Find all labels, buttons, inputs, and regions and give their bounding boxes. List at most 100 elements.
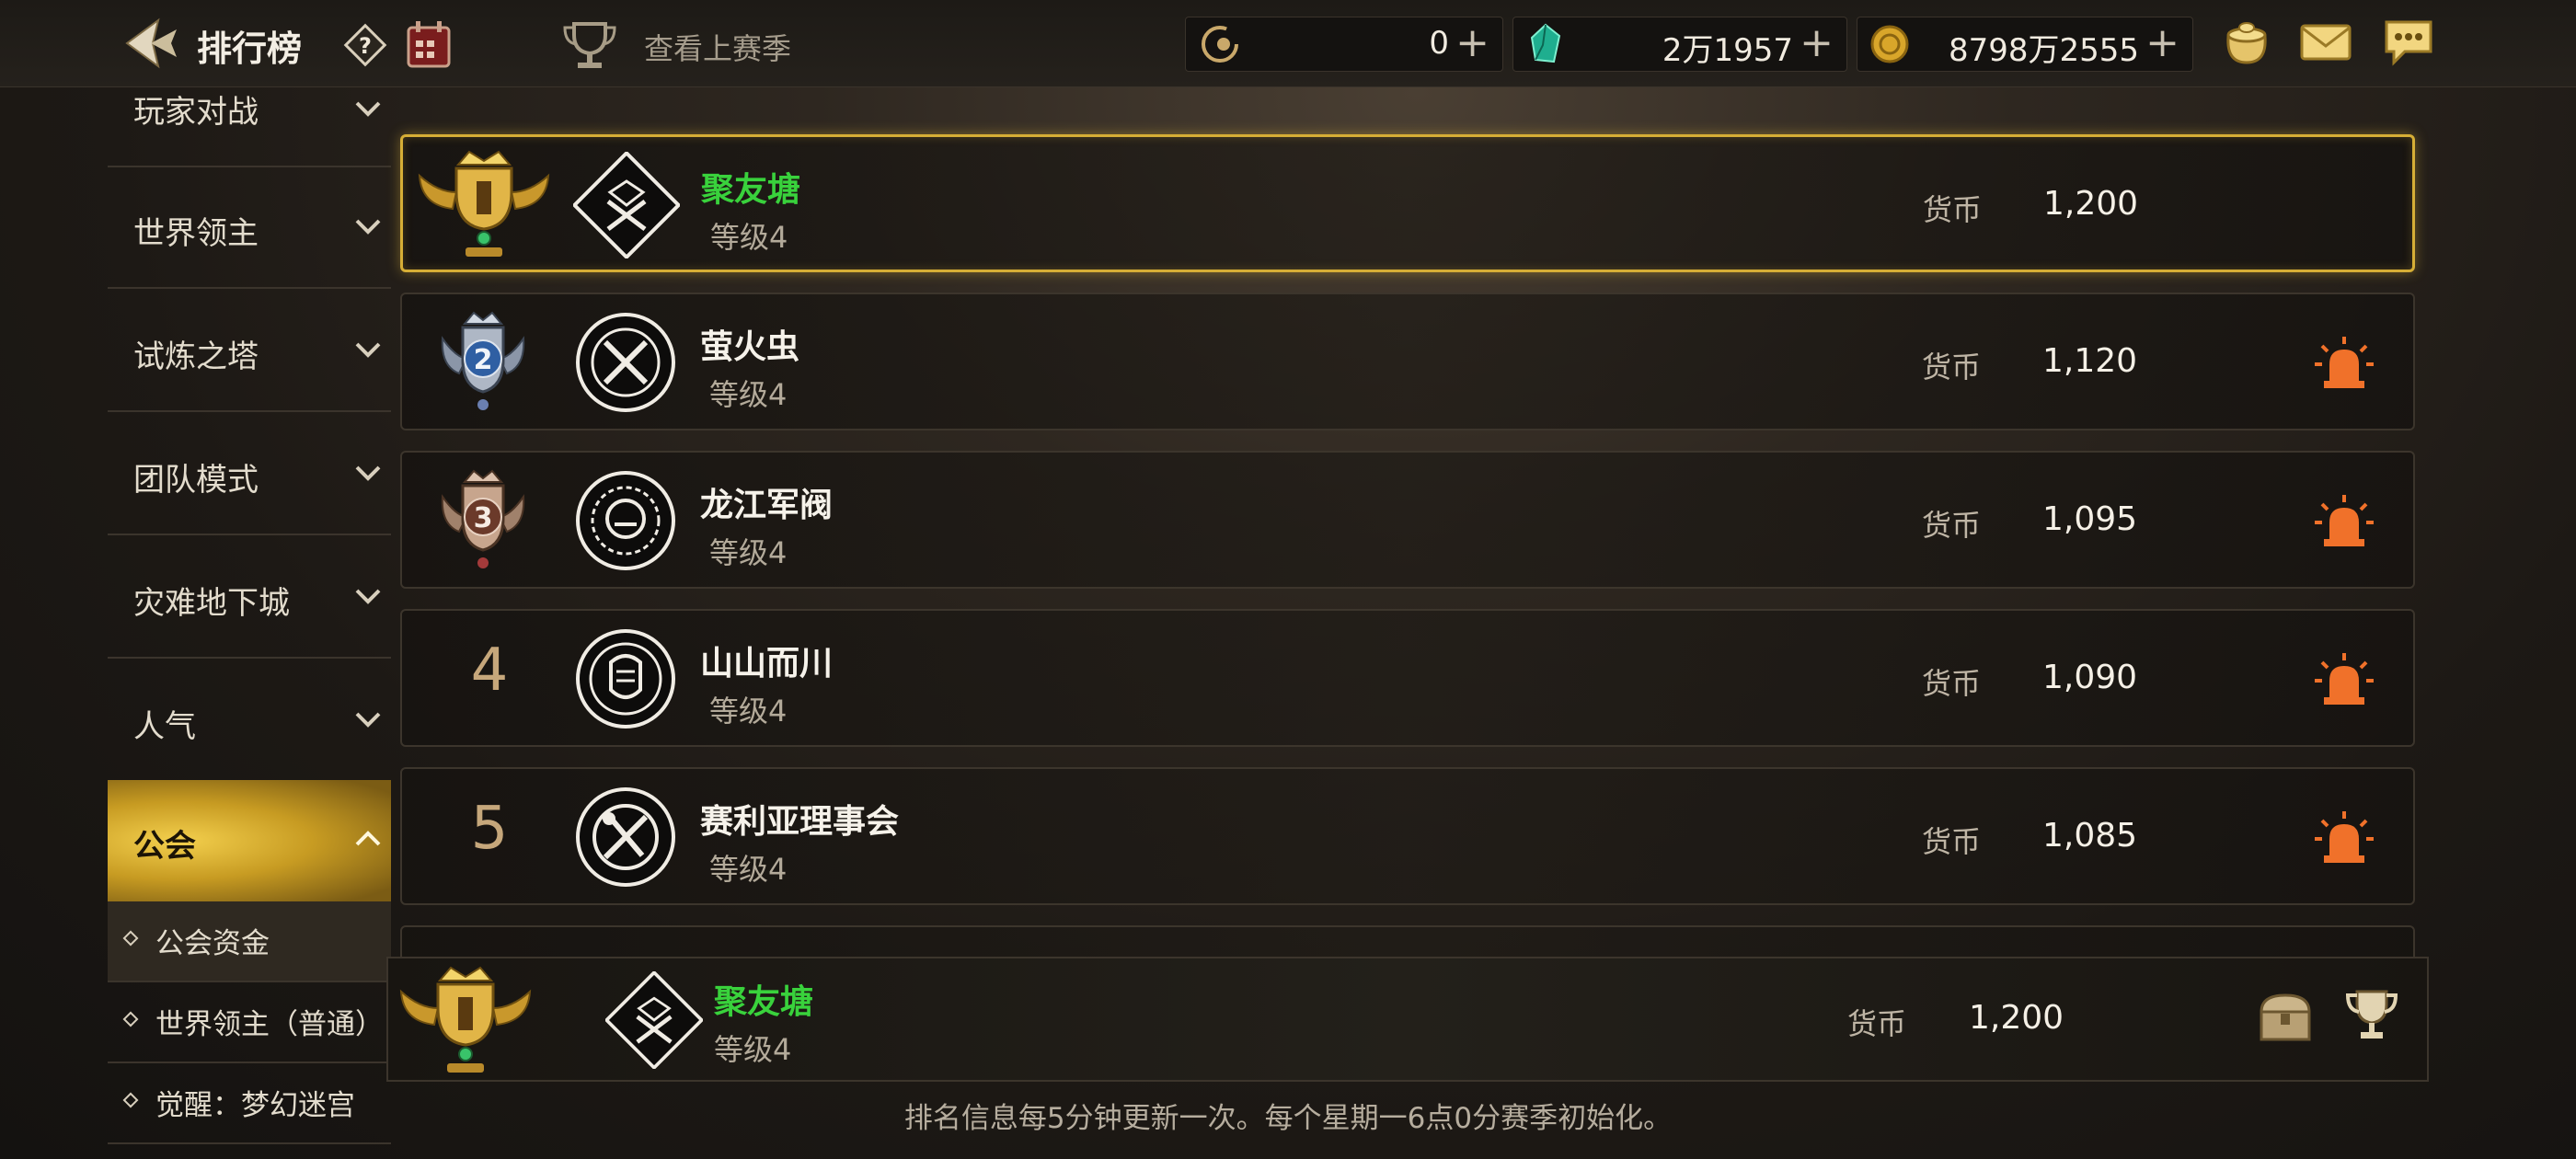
ranking-row[interactable]: 2 萤火虫 等级4 货币 1,120: [400, 293, 2415, 430]
chevron-down-icon: [355, 589, 381, 604]
guild-name: 山山而川: [700, 645, 834, 683]
sidebar-item-label: 团队模式: [133, 462, 259, 499]
sidebar-item-team-mode[interactable]: 团队模式: [108, 412, 391, 535]
guild-emblem-icon: [576, 313, 675, 412]
diamond-bullet-icon: [122, 1011, 139, 1027]
sidebar-item-label: 试炼之塔: [133, 339, 259, 375]
sidebar-item-label: 灾难地下城: [133, 585, 290, 622]
guild-name: 龙江军阀: [700, 487, 834, 524]
my-guild-rank-bar: 聚友塘 等级4 货币 1,200: [386, 957, 2429, 1082]
currency-gold: 8798万2555 +: [1857, 17, 2193, 72]
sidebar-item-guild[interactable]: 公会: [108, 780, 391, 901]
page-title: 排行榜: [197, 29, 303, 69]
back-arrow-icon[interactable]: [121, 17, 180, 70]
trophy-icon[interactable]: [561, 18, 618, 72]
add-currency-button[interactable]: +: [1455, 19, 1489, 66]
currency-value: 1,200: [1969, 999, 2064, 1037]
green-gem-icon: [1530, 23, 1561, 63]
guild-level: 等级4: [710, 220, 788, 255]
footer-note: 排名信息每5分钟更新一次。每个星期一6点0分赛季初始化。: [903, 1102, 1673, 1135]
gold-coin-icon: [1870, 25, 1909, 63]
chevron-down-icon: [355, 342, 381, 358]
currency-gem: 2万1957 +: [1512, 17, 1847, 72]
ranking-row[interactable]: 4 山山而川 等级4 货币 1,090: [400, 609, 2415, 747]
ranking-row[interactable]: 3 龙江军阀 等级4 货币 1,095: [400, 451, 2415, 589]
currency-amount: 0: [1429, 25, 1449, 62]
treasure-chest-icon[interactable]: [2256, 988, 2315, 1047]
guild-level: 等级4: [709, 377, 788, 412]
svg-text:3: 3: [474, 502, 493, 534]
currency-value: 1,095: [2042, 500, 2138, 538]
rank-number: 5: [470, 795, 509, 863]
guild-name: 赛利亚理事会: [700, 803, 900, 841]
currency-value: 1,085: [2042, 817, 2138, 855]
sidebar-subitem-label: 世界领主（普通）: [155, 1008, 384, 1041]
sidebar-item-label: 人气: [133, 708, 196, 745]
top-bar: 排行榜 ? 查看上赛季 0 + 2万1957 + 8798万2555 +: [0, 0, 2576, 87]
ranking-row[interactable]: 聚友塘 等级4 货币 1,200: [400, 134, 2415, 272]
currency-label: 货币: [1922, 508, 1982, 543]
alarm-siren-icon[interactable]: [2313, 651, 2375, 708]
chevron-down-icon: [355, 712, 381, 728]
mail-icon[interactable]: [2298, 17, 2353, 68]
currency-label: 货币: [1847, 1006, 1907, 1041]
alarm-siren-icon[interactable]: [2313, 335, 2375, 392]
sidebar-item-label: 公会: [133, 828, 196, 865]
guild-emblem-icon: [576, 471, 675, 570]
prev-season-link[interactable]: 查看上赛季: [644, 26, 791, 68]
svg-text:2: 2: [474, 344, 493, 376]
sidebar-subitem-guild-funds[interactable]: 公会资金: [108, 901, 391, 982]
add-currency-button[interactable]: +: [1800, 19, 1834, 66]
guild-level: 等级4: [709, 694, 788, 729]
chevron-up-icon: [355, 831, 381, 846]
calendar-icon[interactable]: [405, 18, 453, 70]
sidebar-item-world-boss[interactable]: 世界领主: [108, 166, 391, 289]
guild-emblem-icon: [576, 629, 675, 729]
trophy-icon[interactable]: [2342, 986, 2401, 1045]
sidebar-item-popularity[interactable]: 人气: [108, 659, 391, 782]
rank-silver-badge-icon: 2: [441, 311, 525, 410]
svg-text:?: ?: [359, 33, 372, 59]
help-icon[interactable]: ?: [342, 22, 388, 68]
chevron-down-icon: [355, 101, 381, 117]
sidebar-item-pvp[interactable]: 玩家对战: [108, 86, 391, 167]
chat-icon[interactable]: [2381, 17, 2436, 68]
currency-label: 货币: [1922, 666, 1982, 701]
diamond-bullet-icon: [122, 930, 139, 947]
guild-name: 萤火虫: [700, 328, 800, 366]
guild-level: 等级4: [709, 852, 788, 887]
chevron-down-icon: [355, 219, 381, 235]
currency-value: 1,120: [2042, 342, 2138, 380]
sidebar-subitem-world-boss-normal[interactable]: 世界领主（普通）: [108, 982, 391, 1063]
sidebar-subitem-label: 公会资金: [155, 927, 270, 960]
currency-label: 货币: [1923, 192, 1983, 227]
guild-emblem-icon: [605, 971, 703, 1069]
currency-amount: 8798万2555: [1948, 32, 2139, 69]
rank-bronze-badge-icon: 3: [441, 469, 525, 568]
guild-emblem-icon: [573, 152, 680, 258]
add-currency-button[interactable]: +: [2145, 19, 2179, 66]
rank-number: 4: [470, 637, 509, 705]
rank-gold-trophy-icon: [399, 966, 532, 1073]
guild-name: 聚友塘: [714, 983, 814, 1021]
guild-name: 聚友塘: [701, 171, 801, 209]
currency-label: 货币: [1922, 350, 1982, 384]
ranking-row[interactable]: 5 赛利亚理事会 等级4 货币 1,085: [400, 767, 2415, 905]
sidebar-item-label: 玩家对战: [133, 94, 259, 131]
guild-level: 等级4: [714, 1032, 792, 1067]
sidebar-item-disaster-dungeon[interactable]: 灾难地下城: [108, 535, 391, 659]
alarm-siren-icon[interactable]: [2313, 809, 2375, 866]
pouch-icon[interactable]: [2219, 17, 2274, 68]
sidebar-item-label: 世界领主: [133, 215, 259, 252]
alarm-siren-icon[interactable]: [2313, 493, 2375, 550]
crescent-coin-icon: [1202, 26, 1238, 63]
chevron-down-icon: [355, 465, 381, 481]
guild-emblem-icon: [576, 787, 675, 887]
currency-amount: 2万1957: [1662, 32, 1793, 69]
rank-gold-trophy-icon: [418, 150, 550, 257]
currency-label: 货币: [1922, 824, 1982, 859]
currency-value: 1,090: [2042, 659, 2138, 696]
sidebar-item-trial-tower[interactable]: 试炼之塔: [108, 289, 391, 412]
currency-crescent: 0 +: [1185, 17, 1503, 72]
guild-level: 等级4: [709, 535, 788, 570]
